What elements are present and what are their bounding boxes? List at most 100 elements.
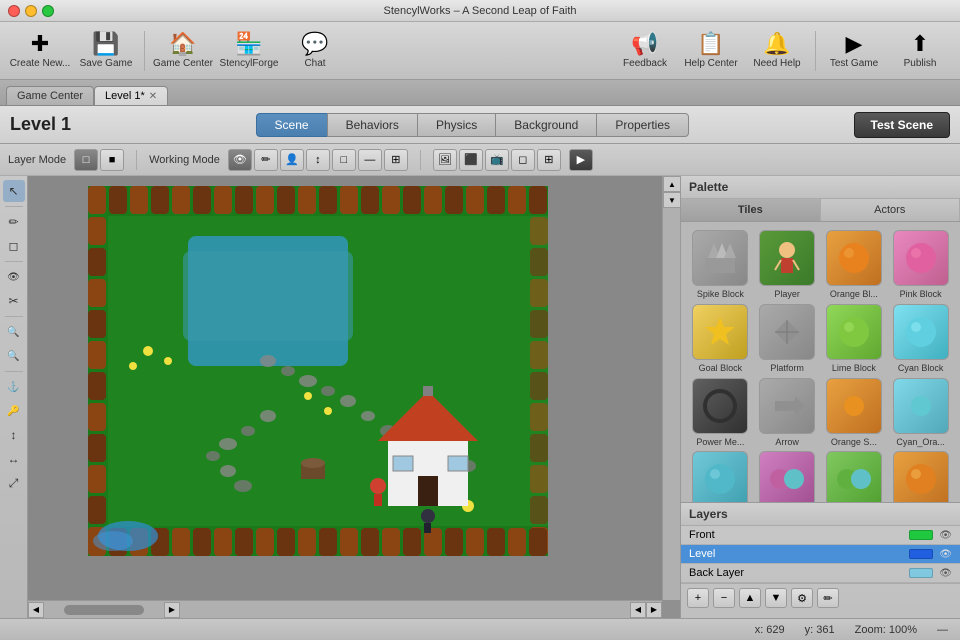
goal-block-thumb bbox=[692, 304, 748, 360]
toolbar-stencyl-forge[interactable]: 🏪 StencylForge bbox=[217, 25, 281, 77]
scroll-nav-arrow-1[interactable]: ◀ bbox=[630, 602, 646, 618]
layer-row-level[interactable]: Level 👁 bbox=[681, 545, 960, 564]
tab-game-center[interactable]: Game Center bbox=[6, 86, 94, 105]
canvas-viewport[interactable] bbox=[28, 176, 662, 600]
layer-mode-btn-2[interactable]: ■ bbox=[100, 149, 124, 171]
working-mode-btn-scene[interactable]: 👁 bbox=[228, 149, 252, 171]
palette-item-cyan-switch[interactable]: Cyan Switch bbox=[689, 451, 752, 502]
tab-background[interactable]: Background bbox=[495, 113, 596, 137]
scroll-right-arrow[interactable]: ▶ bbox=[164, 602, 180, 618]
palette-item-spike-block[interactable]: Spike Block bbox=[689, 230, 752, 300]
palette-item-player[interactable]: Player bbox=[756, 230, 819, 300]
scroll-left-arrow[interactable]: ◀ bbox=[28, 602, 44, 618]
scene-thumb-btn-5[interactable]: ⊞ bbox=[537, 149, 561, 171]
play-button[interactable]: ▶ bbox=[569, 149, 593, 171]
palette-tab-tiles[interactable]: Tiles bbox=[681, 199, 821, 221]
main-toolbar: ✚ Create New... 💾 Save Game 🏠 Game Cente… bbox=[0, 22, 960, 80]
scroll-nav-arrow-2[interactable]: ▶ bbox=[646, 602, 662, 618]
tab-properties[interactable]: Properties bbox=[596, 113, 689, 137]
palette-grid: Spike Block Player bbox=[681, 222, 960, 502]
toolbar-test-game[interactable]: ▶ Test Game bbox=[822, 25, 886, 77]
stencyl-forge-icon: 🏪 bbox=[235, 33, 262, 55]
vertical-scrollbar[interactable]: ▲ ▼ bbox=[662, 176, 680, 600]
tool-resize-h[interactable]: ↔ bbox=[3, 448, 25, 470]
layer-mode-btn-1[interactable]: □ bbox=[74, 149, 98, 171]
close-button[interactable] bbox=[8, 5, 20, 17]
scroll-up-arrow[interactable]: ▲ bbox=[663, 176, 680, 192]
scene-thumb-btn-2[interactable]: ⬛ bbox=[459, 149, 483, 171]
layer-settings-button[interactable]: ⚙ bbox=[791, 588, 813, 608]
scene-thumb-btn-4[interactable]: ◻ bbox=[511, 149, 535, 171]
tool-resize-v[interactable]: ↕ bbox=[3, 424, 25, 446]
palette-item-platform[interactable]: Platform bbox=[756, 304, 819, 374]
layer-row-back[interactable]: Back Layer 👁 bbox=[681, 564, 960, 583]
save-game-icon: 💾 bbox=[92, 33, 119, 55]
tool-pencil[interactable]: ✏ bbox=[3, 211, 25, 233]
tool-anchor[interactable]: ⚓ bbox=[3, 376, 25, 398]
tool-key[interactable]: 🔑 bbox=[3, 400, 25, 422]
help-center-icon: 📋 bbox=[697, 33, 724, 55]
publish-label: Publish bbox=[904, 58, 937, 69]
toolbar-feedback[interactable]: 📢 Feedback bbox=[613, 25, 677, 77]
tool-eraser[interactable]: ◻ bbox=[3, 235, 25, 257]
maximize-button[interactable] bbox=[42, 5, 54, 17]
working-mode-btn-line[interactable]: — bbox=[358, 149, 382, 171]
tab-scene[interactable]: Scene bbox=[256, 113, 327, 137]
tab-behaviors[interactable]: Behaviors bbox=[327, 113, 417, 137]
working-mode-btn-actor[interactable]: 👤 bbox=[280, 149, 304, 171]
tab-physics[interactable]: Physics bbox=[417, 113, 495, 137]
palette-tab-actors[interactable]: Actors bbox=[821, 199, 960, 221]
palette-item-orange-block[interactable]: Orange Bl... bbox=[823, 230, 886, 300]
create-new-icon: ✚ bbox=[31, 33, 49, 55]
scene-thumb-btn-3[interactable]: 📺 bbox=[485, 149, 509, 171]
toolbar-save-game[interactable]: 💾 Save Game bbox=[74, 25, 138, 77]
layer-move-up-button[interactable]: ▲ bbox=[739, 588, 761, 608]
scene-thumb-btn-1[interactable]: 🖼 bbox=[433, 149, 457, 171]
palette-item-cyan-ora[interactable]: Cyan_Ora... bbox=[889, 378, 952, 448]
player-thumb bbox=[759, 230, 815, 286]
working-mode-btn-pencil[interactable]: ✏ bbox=[254, 149, 278, 171]
layer-remove-button[interactable]: − bbox=[713, 588, 735, 608]
palette-item-arrow[interactable]: Arrow bbox=[756, 378, 819, 448]
minimize-button[interactable] bbox=[25, 5, 37, 17]
tab-level-1-close[interactable]: ✕ bbox=[149, 91, 157, 102]
palette-item-cyan-lim[interactable]: Cyan_Lim... bbox=[823, 451, 886, 502]
toolbar-create-new[interactable]: ✚ Create New... bbox=[8, 25, 72, 77]
horizontal-scrollbar[interactable]: ◀ ▶ ◀ ▶ bbox=[28, 600, 662, 618]
working-mode-btn-rect[interactable]: □ bbox=[332, 149, 356, 171]
palette-item-goal-block[interactable]: Goal Block bbox=[689, 304, 752, 374]
palette-item-cyan-pin[interactable]: Cyan_Pin... bbox=[756, 451, 819, 502]
working-mode-btn-select[interactable]: ↕ bbox=[306, 149, 330, 171]
layer-add-button[interactable]: + bbox=[687, 588, 709, 608]
palette-item-orange-s[interactable]: Orange S... bbox=[823, 378, 886, 448]
toolbar-help-center[interactable]: 📋 Help Center bbox=[679, 25, 743, 77]
tool-select[interactable]: ↖ bbox=[3, 180, 25, 202]
toolbar-game-center[interactable]: 🏠 Game Center bbox=[151, 25, 215, 77]
window-controls[interactable] bbox=[8, 5, 54, 17]
layer-row-front[interactable]: Front 👁 bbox=[681, 526, 960, 545]
scroll-down-arrow[interactable]: ▼ bbox=[663, 192, 680, 208]
palette-item-power-me[interactable]: Power Me... bbox=[689, 378, 752, 448]
tool-cut[interactable]: ✂ bbox=[3, 290, 25, 312]
palette-item-orange-li[interactable]: Orange_Li... bbox=[889, 451, 952, 502]
scroll-thumb-horizontal[interactable] bbox=[64, 605, 144, 615]
tool-eye[interactable]: 👁 bbox=[3, 266, 25, 288]
toolbar-chat[interactable]: 💬 Chat bbox=[283, 25, 347, 77]
palette-header: Palette bbox=[681, 176, 960, 199]
layer-back-visibility[interactable]: 👁 bbox=[939, 568, 952, 579]
test-scene-button[interactable]: Test Scene bbox=[854, 112, 950, 138]
tool-zoom-in[interactable]: 🔍 bbox=[3, 321, 25, 343]
tab-level-1[interactable]: Level 1* ✕ bbox=[94, 86, 168, 105]
tool-zoom-out[interactable]: 🔍 bbox=[3, 345, 25, 367]
layer-move-down-button[interactable]: ▼ bbox=[765, 588, 787, 608]
layer-level-visibility[interactable]: 👁 bbox=[939, 549, 952, 560]
palette-item-pink-block[interactable]: Pink Block bbox=[889, 230, 952, 300]
layer-front-visibility[interactable]: 👁 bbox=[939, 530, 952, 541]
working-mode-btn-grid[interactable]: ⊞ bbox=[384, 149, 408, 171]
tool-resize-diag[interactable]: ⤢ bbox=[3, 472, 25, 494]
palette-item-lime-block[interactable]: Lime Block bbox=[823, 304, 886, 374]
palette-item-cyan-block[interactable]: Cyan Block bbox=[889, 304, 952, 374]
layer-edit-button[interactable]: ✏ bbox=[817, 588, 839, 608]
toolbar-publish[interactable]: ⬆ Publish bbox=[888, 25, 952, 77]
toolbar-need-help[interactable]: 🔔 Need Help bbox=[745, 25, 809, 77]
